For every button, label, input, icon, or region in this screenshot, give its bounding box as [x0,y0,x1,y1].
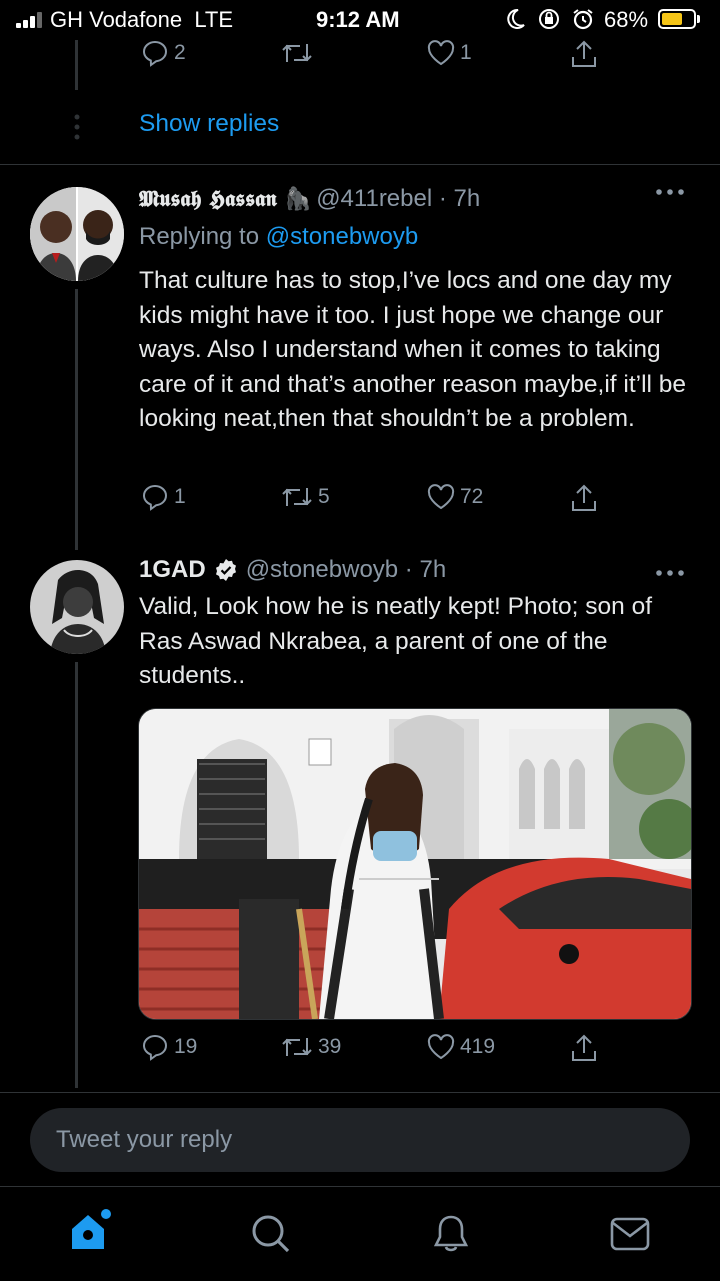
previous-tweet-actions: 2 1 [0,38,720,70]
retweet-count: 39 [318,1035,342,1058]
reply-icon [140,1032,170,1062]
reply-count: 2 [174,41,186,64]
like-button[interactable]: 1 [426,38,472,68]
reply-icon [140,482,170,512]
retweet-button[interactable]: 5 [280,482,330,512]
handle-and-time[interactable]: @411rebel · 7h [316,185,480,212]
display-name[interactable]: 1GAD [139,556,206,584]
show-replies-dots [73,114,81,140]
retweet-button[interactable] [280,38,318,68]
retweet-icon [280,38,314,68]
battery-icon [658,9,696,29]
battery-percent: 68% [604,7,649,32]
share-button[interactable] [568,38,600,70]
notifications-icon [430,1213,472,1255]
reply-count: 19 [174,1035,198,1058]
tweet[interactable]: 𝕸𝖚𝖘𝖆𝖍 𝕳𝖆𝖘𝖘𝖆𝖓 🦍 @411rebel · 7h Replying t… [0,165,720,550]
more-dots-icon[interactable] [654,187,686,197]
carrier-label: GH Vodafone LTE [50,7,234,32]
reply-button[interactable]: 1 [140,482,186,512]
share-button[interactable] [568,482,600,514]
tab-messages[interactable] [609,1215,651,1253]
tab-search[interactable] [250,1213,292,1255]
tweet-text: That culture has to stop,I’ve locs and o… [139,267,687,432]
home-icon [66,1209,114,1253]
display-name[interactable]: 𝕸𝖚𝖘𝖆𝖍 𝕳𝖆𝖘𝖘𝖆𝖓 🦍 [139,186,312,212]
tweet-header: 𝕸𝖚𝖘𝖆𝖍 𝕳𝖆𝖘𝖘𝖆𝖓 🦍 @411rebel · 7h [139,185,480,213]
more-dots-icon[interactable] [654,568,686,578]
like-button[interactable]: 419 [426,1032,495,1062]
heart-icon [426,1032,456,1062]
avatar[interactable] [30,187,124,281]
replying-to: Replying to @stonebwoyb [139,223,418,251]
orientation-lock-icon [537,7,561,31]
reply-button[interactable]: 19 [140,1032,197,1062]
clock: 9:12 AM [316,7,400,32]
show-replies-link[interactable]: Show replies [139,110,279,138]
tweet-header: 1GAD @stonebwoyb · 7h [139,556,446,584]
tab-home[interactable] [66,1209,114,1253]
tweet[interactable]: 1GAD @stonebwoyb · 7h Valid, Look how he… [0,550,720,1090]
tweet-photo[interactable] [138,708,692,1020]
share-icon [568,1032,600,1064]
tab-notifications[interactable] [430,1213,472,1255]
search-icon [250,1213,292,1255]
verified-badge-icon [214,558,238,582]
reply-count: 1 [174,485,186,508]
status-bar: GH Vodafone LTE 9:12 AM 68% [0,0,720,40]
signal-strength-icon [16,12,46,28]
reply-composer [30,1108,690,1172]
like-count: 72 [460,485,484,508]
reply-icon [140,38,170,68]
like-count: 419 [460,1035,496,1058]
heart-icon [426,482,456,512]
divider [0,1092,720,1093]
retweet-count: 5 [318,485,330,508]
share-icon [568,38,600,70]
reply-input[interactable] [30,1108,656,1172]
like-button[interactable]: 72 [426,482,483,512]
like-count: 1 [460,41,472,64]
tweet-text: Valid, Look how he is neatly kept! Photo… [139,593,653,689]
tab-bar [0,1186,720,1281]
retweet-icon [280,1032,314,1062]
retweet-icon [280,482,314,512]
tweet-actions: 19 39 419 [0,1032,720,1066]
handle-and-time[interactable]: @stonebwoyb · 7h [246,556,446,584]
tweet-actions: 1 5 72 [0,482,720,516]
replying-to-handle[interactable]: @stonebwoyb [266,223,418,250]
replying-to-label: Replying to [139,223,266,250]
retweet-button[interactable]: 39 [280,1032,341,1062]
heart-icon [426,38,456,68]
messages-icon [609,1215,651,1253]
thread-line [75,662,78,1088]
alarm-icon [571,7,595,31]
reply-button[interactable]: 2 [140,38,186,68]
share-button[interactable] [568,1032,600,1064]
share-icon [568,482,600,514]
moon-icon [506,8,526,30]
avatar[interactable] [30,560,124,654]
